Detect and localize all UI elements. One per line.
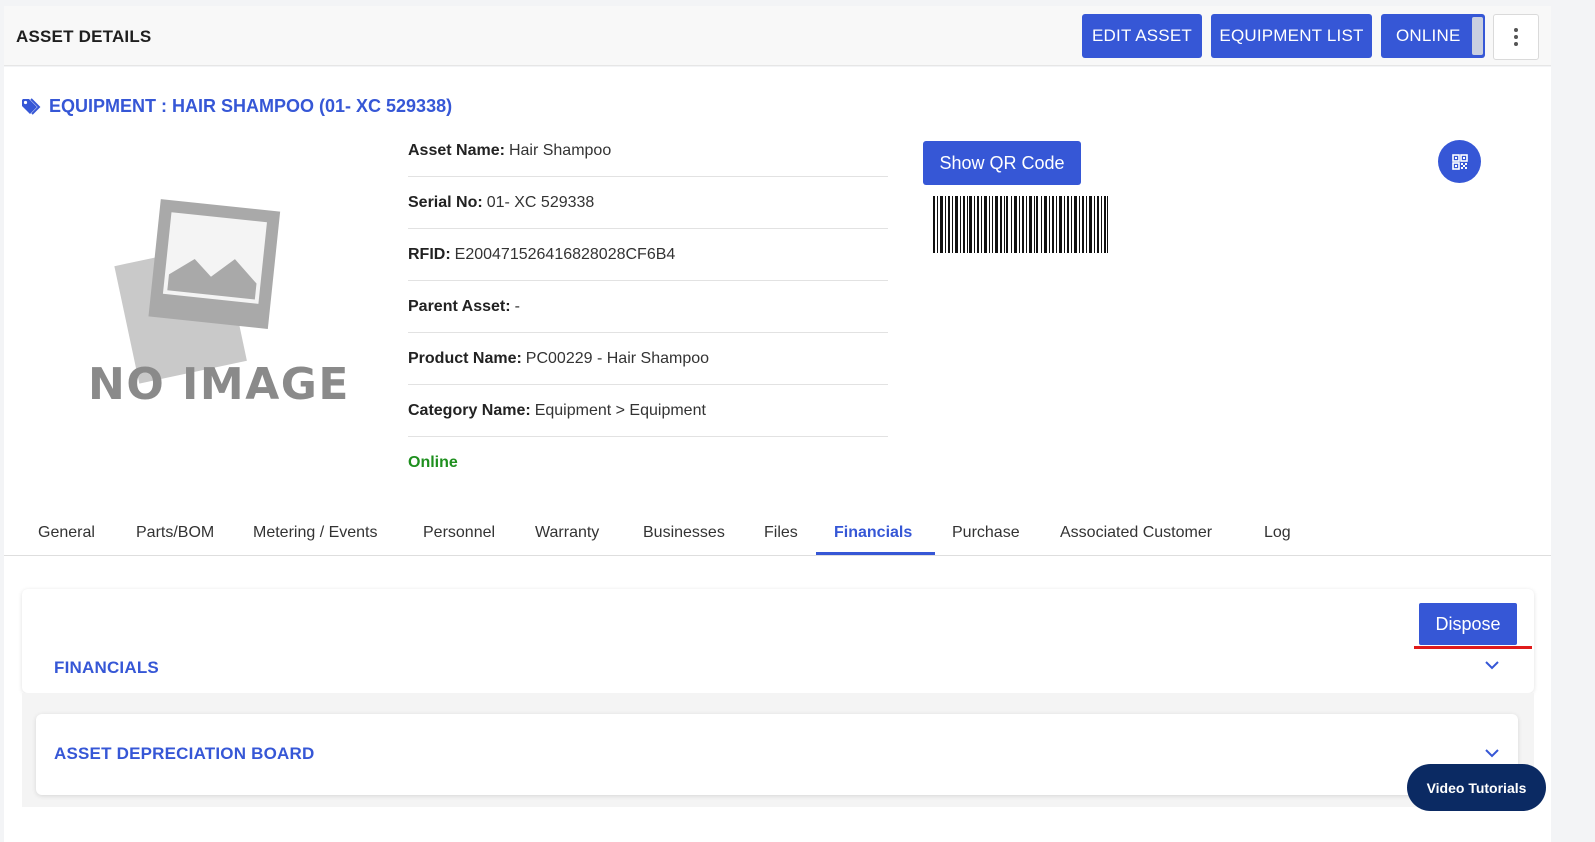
show-qr-code-button[interactable]: Show QR Code: [923, 141, 1081, 185]
depreciation-section-title[interactable]: ASSET DEPRECIATION BOARD: [54, 744, 314, 764]
detail-row-serial: Serial No: 01- XC 529338: [408, 177, 888, 229]
serial-value: 01- XC 529338: [486, 193, 595, 211]
asset-name-label: Asset Name:: [408, 141, 505, 159]
no-image-label: NO IMAGE: [88, 359, 350, 410]
online-toggle-label: ONLINE: [1396, 26, 1461, 45]
qr-code-button[interactable]: [1438, 140, 1481, 183]
product-name-label: Product Name:: [408, 349, 522, 367]
chevron-down-icon[interactable]: [1484, 748, 1500, 758]
category-name-value: Equipment > Equipment: [534, 401, 706, 419]
tab-purchase[interactable]: Purchase: [952, 524, 1020, 542]
parent-asset-label: Parent Asset:: [408, 297, 511, 315]
page-title: ASSET DETAILS: [16, 27, 152, 46]
tab-businesses[interactable]: Businesses: [643, 524, 725, 542]
detail-row-category: Category Name: Equipment > Equipment: [408, 385, 888, 437]
qr-code-icon: [1451, 153, 1468, 170]
tab-warranty[interactable]: Warranty: [535, 524, 599, 542]
detail-row-rfid: RFID: E200471526416828028CF6B4: [408, 229, 888, 281]
tab-files[interactable]: Files: [764, 524, 798, 542]
kebab-menu-icon: [1514, 28, 1518, 46]
tab-log[interactable]: Log: [1264, 524, 1291, 542]
highlight-underline: [1414, 646, 1532, 649]
asset-card: EQUIPMENT : HAIR SHAMPOO (01- XC 529338)…: [4, 67, 1551, 842]
product-name-value: PC00229 - Hair Shampoo: [525, 349, 710, 367]
financials-panel: Dispose FINANCIALS: [22, 589, 1534, 693]
dispose-button[interactable]: Dispose: [1419, 603, 1517, 645]
rfid-label: RFID:: [408, 245, 451, 263]
online-toggle-button[interactable]: ONLINE: [1381, 14, 1485, 58]
asset-tabs: General Parts/BOM Metering / Events Pers…: [4, 510, 1551, 556]
detail-row-asset-name: Asset Name: Hair Shampoo: [408, 125, 888, 177]
video-tutorials-button[interactable]: Video Tutorials: [1407, 764, 1546, 811]
barcode-image: [933, 196, 1108, 253]
equipment-heading: EQUIPMENT : HAIR SHAMPOO (01- XC 529338): [21, 96, 452, 117]
tab-general[interactable]: General: [38, 524, 95, 542]
asset-details-page: ASSET DETAILS EDIT ASSET EQUIPMENT LIST …: [0, 0, 1595, 842]
asset-name-value: Hair Shampoo: [508, 141, 612, 159]
financials-section-title[interactable]: FINANCIALS: [54, 658, 159, 678]
page-header: ASSET DETAILS EDIT ASSET EQUIPMENT LIST …: [4, 6, 1551, 66]
chevron-down-icon[interactable]: [1484, 660, 1500, 670]
toggle-knob: [1472, 17, 1483, 55]
tab-associated-customer[interactable]: Associated Customer: [1060, 524, 1212, 542]
tag-icon: [22, 97, 41, 115]
tab-financials[interactable]: Financials: [834, 524, 912, 542]
tab-parts-bom[interactable]: Parts/BOM: [136, 524, 214, 542]
more-options-button[interactable]: [1493, 14, 1539, 60]
tab-personnel[interactable]: Personnel: [423, 524, 495, 542]
category-name-label: Category Name:: [408, 401, 531, 419]
detail-row-status: Online: [408, 437, 888, 489]
rfid-value: E200471526416828028CF6B4: [454, 245, 676, 263]
serial-label: Serial No:: [408, 193, 483, 211]
edit-asset-button[interactable]: EDIT ASSET: [1082, 14, 1202, 58]
equipment-title: EQUIPMENT : HAIR SHAMPOO (01- XC 529338): [49, 96, 453, 116]
active-tab-indicator: [816, 552, 935, 555]
parent-asset-value: -: [514, 297, 520, 315]
asset-details-list: Asset Name: Hair Shampoo Serial No: 01- …: [408, 125, 888, 489]
status-badge: Online: [408, 454, 458, 471]
detail-row-parent: Parent Asset: -: [408, 281, 888, 333]
tab-metering-events[interactable]: Metering / Events: [253, 524, 378, 542]
equipment-list-button[interactable]: EQUIPMENT LIST: [1211, 14, 1372, 58]
detail-row-product: Product Name: PC00229 - Hair Shampoo: [408, 333, 888, 385]
asset-depreciation-panel: ASSET DEPRECIATION BOARD: [36, 714, 1518, 795]
